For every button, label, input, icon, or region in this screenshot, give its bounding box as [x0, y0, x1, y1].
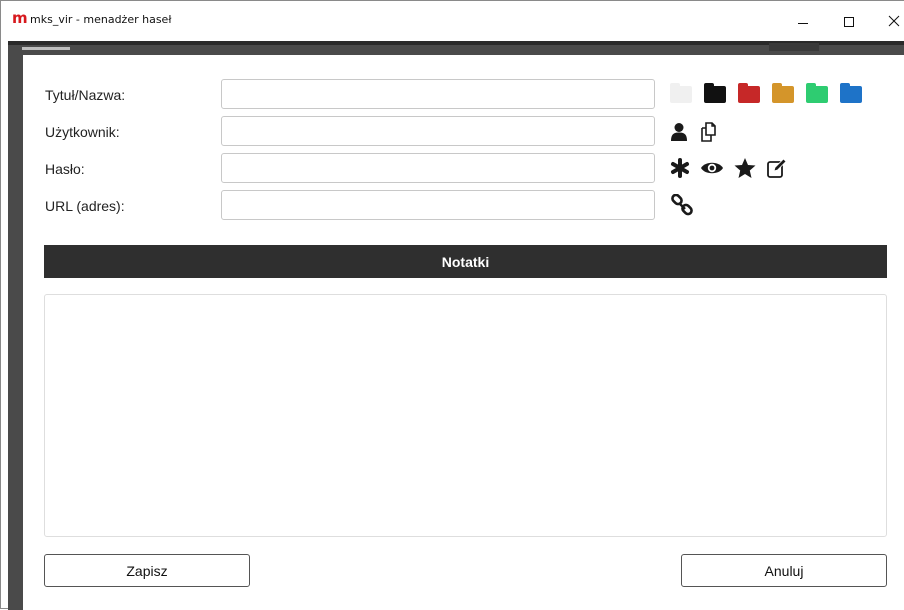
title-label: Tytuł/Nazwa:: [45, 87, 126, 103]
folder-color-picker: [670, 83, 874, 103]
password-actions: [670, 157, 798, 179]
folder-black-icon[interactable]: [704, 83, 726, 103]
url-actions: [670, 194, 704, 218]
close-icon: [888, 15, 900, 27]
folder-red-icon[interactable]: [738, 83, 760, 103]
eye-icon[interactable]: [700, 158, 724, 178]
folder-green-icon[interactable]: [806, 83, 828, 103]
save-button[interactable]: Zapisz: [44, 554, 250, 587]
close-button[interactable]: [871, 1, 904, 41]
star-icon[interactable]: [734, 157, 756, 179]
folder-orange-icon[interactable]: [772, 83, 794, 103]
cancel-button[interactable]: Anuluj: [681, 554, 887, 587]
asterisk-icon[interactable]: [670, 158, 690, 178]
maximize-button[interactable]: [826, 1, 872, 41]
minimize-icon: [798, 22, 808, 24]
notes-textarea[interactable]: [44, 294, 887, 537]
user-icon[interactable]: [670, 122, 688, 142]
background-tab-right: [769, 43, 819, 51]
user-field[interactable]: [221, 116, 655, 146]
link-icon[interactable]: [670, 194, 694, 218]
window-title: mks_vir - menadżer haseł: [30, 13, 172, 26]
notes-header: Notatki: [44, 245, 887, 278]
app-window: m mks_vir - menadżer haseł Tytuł/Nazwa:: [0, 0, 904, 610]
password-field[interactable]: [221, 153, 655, 183]
app-logo: m: [12, 9, 28, 27]
password-label: Hasło:: [45, 161, 85, 177]
minimize-button[interactable]: [780, 1, 826, 41]
maximize-icon: [844, 17, 854, 27]
user-label: Użytkownik:: [45, 124, 120, 140]
edit-icon[interactable]: [766, 157, 788, 179]
url-label: URL (adres):: [45, 198, 125, 214]
url-field[interactable]: [221, 190, 655, 220]
folder-blue-icon[interactable]: [840, 83, 862, 103]
title-field[interactable]: [221, 79, 655, 109]
background-tab: [22, 47, 70, 50]
folder-white-icon[interactable]: [670, 83, 692, 103]
user-actions: [670, 120, 732, 144]
copy-icon[interactable]: [698, 120, 722, 144]
title-bar[interactable]: m mks_vir - menadżer haseł: [1, 1, 904, 41]
